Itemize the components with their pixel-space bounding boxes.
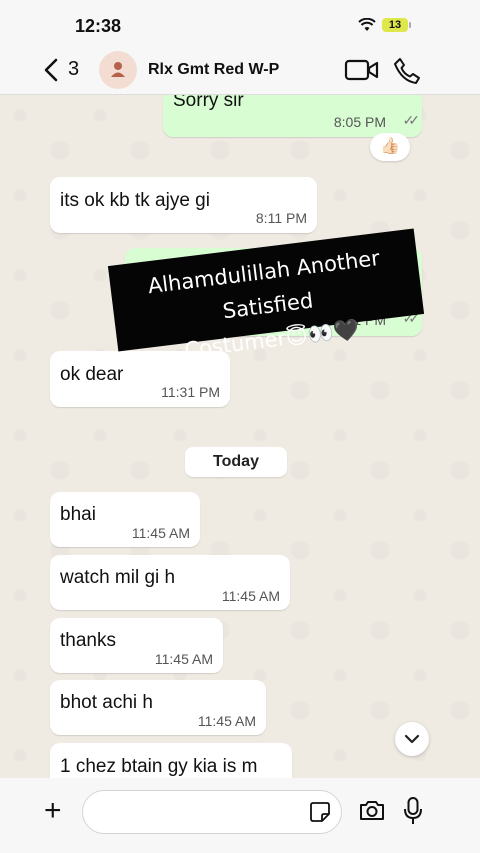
chevron-down-icon [404,734,420,744]
message-bubble[interactable]: thanks 11:45 AM [50,618,223,673]
message-text: thanks [60,630,116,651]
message-text: 1 chez btain gy kia is m [60,756,258,777]
message-text: bhai [60,504,96,525]
message-text: ok dear [60,364,124,385]
video-call-icon[interactable] [344,58,380,82]
message-bubble[interactable]: 1 chez btain gy kia is m [50,743,292,778]
composer-bar: + [0,778,480,853]
message-text: bhot achi h [60,692,153,713]
attach-plus-icon[interactable]: + [44,796,62,826]
message-time: 11:45 AM [221,588,280,604]
message-input-field[interactable] [82,790,342,834]
message-text: watch mil gi h [60,567,176,588]
person-icon [111,62,125,77]
sticker-icon[interactable] [309,801,331,823]
message-bubble[interactable]: bhot achi h 11:45 AM [50,680,266,735]
status-bar: 12:38 13 [0,0,480,48]
caption-overlay: Alhamdulillah Another Satisfied Costumer… [107,228,425,362]
message-time: 11:45 AM [131,525,190,541]
scroll-to-bottom-button[interactable] [395,722,429,756]
message-text: its ok kb tk ajye gi [60,190,210,211]
status-time: 12:38 [75,16,122,36]
message-time: 11:31 PM [161,384,220,400]
message-bubble[interactable]: watch mil gi h 11:45 AM [50,555,290,610]
message-time: 8:05 PM [333,114,386,130]
unread-count[interactable]: 3 [68,58,79,81]
microphone-icon[interactable] [402,796,424,826]
message-text: Sorry sir [173,95,244,111]
phone-call-icon[interactable] [392,56,422,86]
battery-indicator: 13 [382,18,411,32]
back-chevron-icon[interactable] [40,56,64,84]
chat-area[interactable]: Sorry sir 8:05 PM ✓✓ 👍🏻 its ok kb tk ajy… [0,95,480,778]
message-bubble[interactable]: its ok kb tk ajye gi 8:11 PM [50,177,317,233]
message-time: 11:45 AM [197,713,256,729]
read-receipt-icon: ✓✓ [402,112,421,128]
contact-name[interactable]: Rlx Gmt Red W-P [148,61,279,79]
reaction-badge[interactable]: 👍🏻 [370,133,410,161]
date-separator: Today [185,447,287,477]
wifi-icon [358,18,376,31]
message-input[interactable] [97,801,301,821]
message-time: 8:11 PM [255,210,307,226]
message-bubble[interactable]: bhai 11:45 AM [50,492,200,547]
camera-icon[interactable] [358,798,386,822]
message-bubble[interactable]: Sorry sir 8:05 PM ✓✓ [163,95,422,137]
chat-header: 3 Rlx Gmt Red W-P [0,48,480,95]
avatar[interactable] [99,51,137,89]
message-time: 11:45 AM [154,651,213,667]
